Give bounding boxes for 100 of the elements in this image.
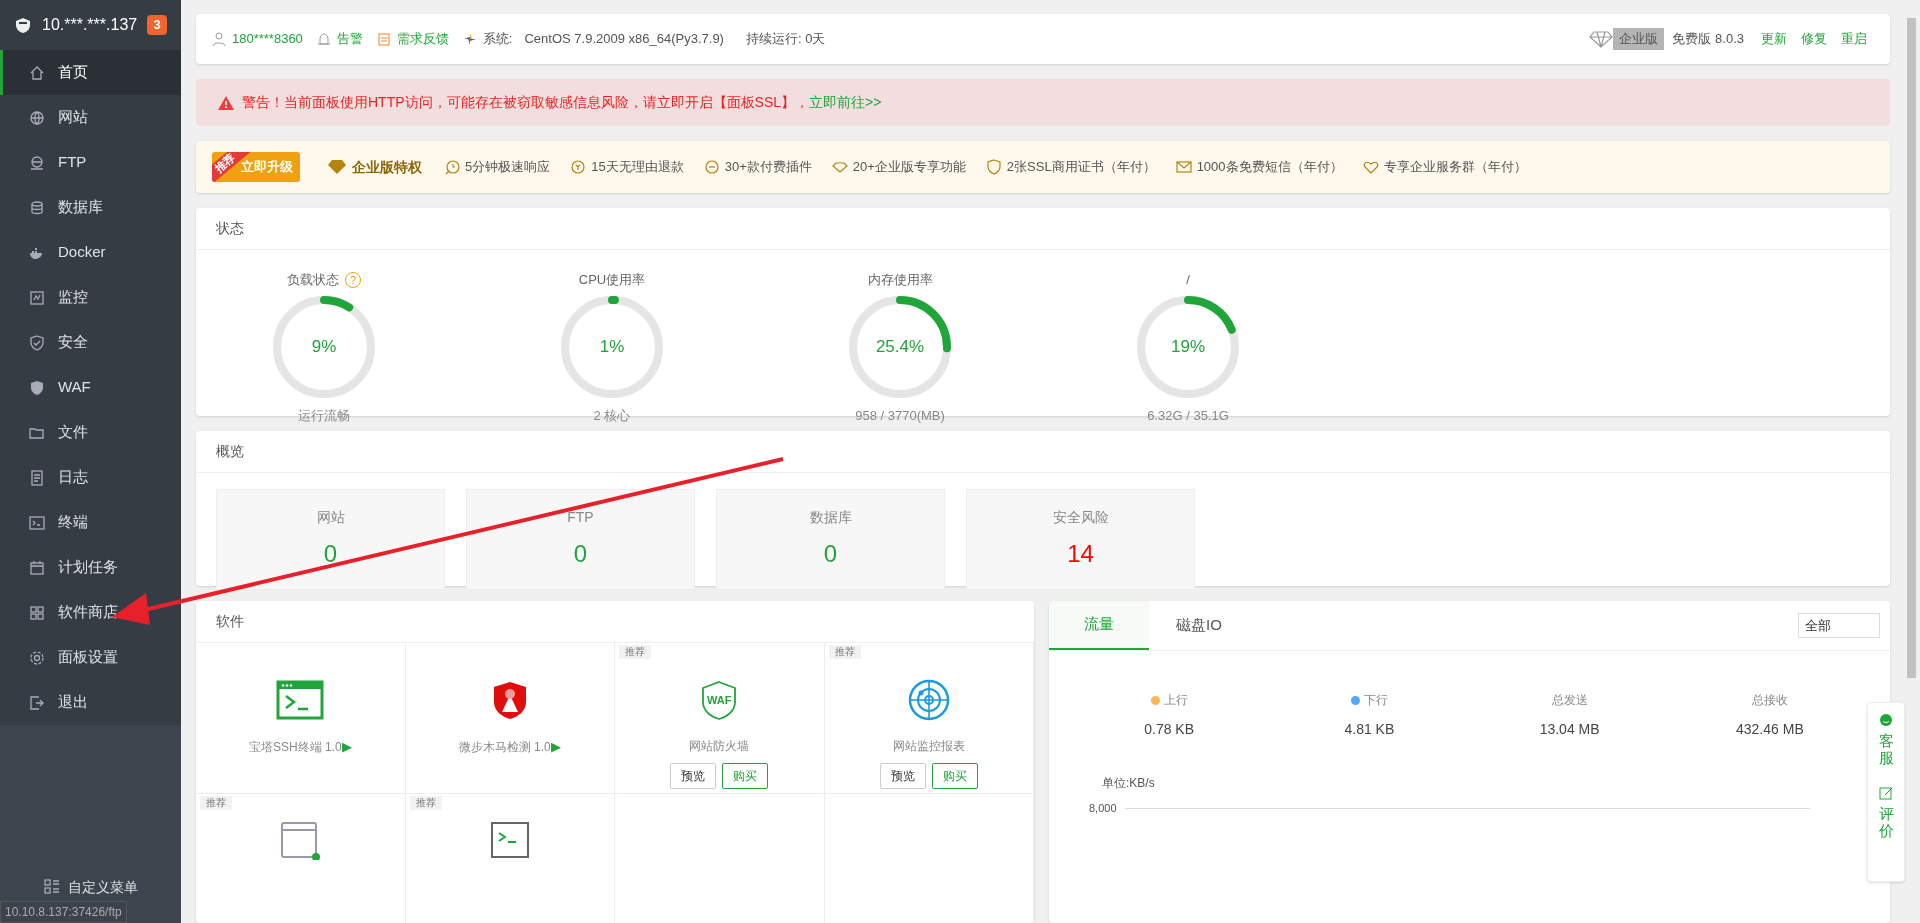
sidebar-item[interactable]: 文件 (0, 410, 181, 455)
tile-value: 14 (1067, 539, 1094, 569)
tile-value: 0 (573, 539, 588, 569)
sidebar-item[interactable]: 终端 (0, 500, 181, 545)
recommended-tag: 推荐 (200, 796, 232, 810)
overview-tile[interactable]: 数据库 0 (716, 489, 945, 590)
ssl-shield-icon (985, 159, 1002, 175)
software-tile[interactable]: 推荐 WAF 网站防火墙 预览 购买 (615, 643, 825, 794)
action-link[interactable]: 重启 (1841, 29, 1867, 49)
stat-value: 0.78 KB (1144, 720, 1195, 739)
tile-value: 0 (823, 539, 838, 569)
recommended-tag: 推荐 (828, 645, 861, 659)
gauge-label: 负载状态 (287, 271, 339, 290)
feature-item: 1000条免费短信（年付） (1196, 158, 1343, 177)
sidebar-item[interactable]: 安全 (0, 320, 181, 365)
waf-shield-icon (701, 679, 738, 721)
review-button[interactable]: 评价 (1878, 786, 1894, 839)
custom-menu-button[interactable]: 自定义菜单 (43, 875, 138, 899)
preview-button[interactable]: 预览 (879, 763, 926, 789)
warning-icon (218, 95, 234, 110)
database-icon (29, 199, 45, 216)
traffic-tab[interactable]: 流量 (1049, 601, 1149, 650)
axis-tick: 8,000 (1089, 801, 1117, 816)
tile-label: 安全风险 (1052, 508, 1109, 527)
version-text: 免费版 8.0.3 (1672, 30, 1744, 49)
diamond-icon (1589, 30, 1614, 48)
stat-label: 下行 (1363, 692, 1388, 709)
sidebar-item[interactable]: 数据库 (0, 185, 181, 230)
scrollbar-thumb[interactable] (1907, 18, 1916, 678)
sidebar-item[interactable]: 退出 (0, 680, 181, 725)
gauge-label: CPU使用率 (578, 271, 646, 290)
uptime-text: 持续运行: 0天 (745, 30, 826, 49)
envelope-icon (1175, 159, 1192, 175)
software-tile[interactable]: 推荐 (405, 794, 615, 923)
overview-tile[interactable]: 安全风险 14 (966, 489, 1195, 590)
buy-button[interactable]: 购买 (722, 763, 769, 789)
refund-icon (570, 159, 587, 175)
grid-icon (43, 879, 60, 895)
gauge-detail: 958 / 3770(MB) (855, 407, 945, 425)
upgrade-button[interactable]: 立即升级 推荐 (212, 152, 300, 182)
sidebar-item[interactable]: 软件商店 (0, 590, 181, 635)
software-tile[interactable]: 微步木马检测 1.0▶ (405, 643, 615, 794)
sidebar-item[interactable]: FTP (0, 140, 181, 185)
support-button[interactable]: 客服 (1878, 713, 1894, 766)
software-tile[interactable]: 宝塔SSH终端 1.0▶ (196, 643, 406, 794)
system-info: CentOS 7.9.2009 x86_64(Py3.7.9) (524, 30, 724, 49)
preview-button[interactable]: 预览 (670, 763, 717, 789)
shield-icon (29, 379, 45, 396)
sidebar-item[interactable]: 网站 (0, 95, 181, 140)
log-icon (29, 469, 45, 486)
chart-unit: 单位:KB/s (1102, 775, 1156, 792)
logo-icon (14, 16, 32, 34)
overview-tile[interactable]: 网站 0 (216, 489, 445, 590)
edit-icon (1879, 786, 1893, 800)
traffic-tab[interactable]: 磁盘IO (1149, 601, 1249, 650)
overview-tile[interactable]: FTP 0 (466, 489, 695, 590)
alert-link[interactable]: 告警 (336, 29, 363, 49)
stat-label: 总发送 (1551, 692, 1588, 709)
sidebar-item[interactable]: 首页 (0, 50, 181, 95)
sidebar-item[interactable]: WAF (0, 365, 181, 410)
ssl-link[interactable]: 立即前往>> (809, 92, 882, 113)
filter-select[interactable]: 全部 (1798, 613, 1880, 638)
action-link[interactable]: 修复 (1801, 29, 1827, 49)
sidebar-item[interactable]: 面板设置 (0, 635, 181, 680)
gauge-label: / (1186, 271, 1190, 290)
action-link[interactable]: 更新 (1761, 29, 1787, 49)
software-name: 宝塔SSH终端 1.0 (248, 738, 342, 756)
notification-badge[interactable]: 3 (147, 15, 167, 35)
system-label: 系统: (482, 30, 513, 49)
play-icon[interactable]: ▶ (341, 737, 352, 757)
sidebar-item[interactable]: 计划任务 (0, 545, 181, 590)
sidebar-item[interactable]: 监控 (0, 275, 181, 320)
heart-icon (1362, 159, 1379, 175)
tile-label: FTP (567, 508, 594, 527)
sidebar-item[interactable]: Docker (0, 230, 181, 275)
tile-value: 0 (323, 539, 338, 569)
promo-title: 企业版特权 (352, 157, 422, 177)
shield-icon (491, 679, 528, 721)
link-url-tooltip: 10.10.8.137:37426/ftp (0, 901, 127, 923)
card-title: 概览 (216, 442, 244, 461)
tile-label: 网站 (316, 508, 345, 527)
software-name: 微步木马检测 1.0 (458, 738, 551, 756)
terminal-icon (276, 679, 325, 721)
sidebar-item[interactable]: 日志 (0, 455, 181, 500)
clipboard-icon (376, 32, 391, 46)
buy-button[interactable]: 购买 (931, 763, 978, 789)
user-link[interactable]: 180****8360 (232, 29, 303, 49)
tile-label: 数据库 (809, 508, 852, 527)
diamond-icon (328, 160, 346, 174)
software-tile[interactable]: 推荐 (196, 794, 406, 923)
feedback-link[interactable]: 需求反馈 (396, 29, 449, 49)
play-icon[interactable]: ▶ (550, 737, 561, 757)
terminal-icon (29, 514, 45, 531)
gauge-value: 25.4% (874, 336, 926, 359)
software-tile[interactable]: 推荐 网站监控报表 预览 购买 (824, 643, 1034, 794)
gauge-label: 内存使用率 (867, 271, 933, 290)
user-icon (212, 32, 226, 46)
software-name: 网站监控报表 (892, 738, 965, 755)
stat-value: 4.81 KB (1344, 720, 1395, 739)
feature-item: 15天无理由退款 (591, 158, 684, 177)
